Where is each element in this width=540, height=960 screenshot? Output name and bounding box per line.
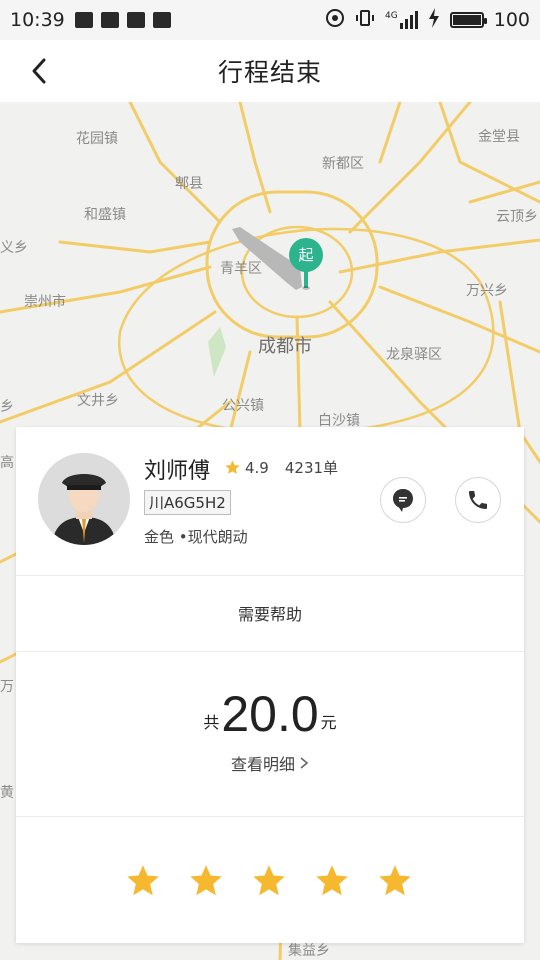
star-icon[interactable] [377,863,413,899]
rating-stars [16,863,524,903]
place-label: 花园镇 [76,131,118,147]
start-marker[interactable]: 起 [287,236,325,292]
place-label: 龙泉驿区 [386,347,442,363]
phone-icon [469,491,487,509]
star-icon [225,460,240,474]
place-label: 新都区 [322,156,364,172]
place-label: 崇州市 [24,294,66,310]
driver-rating: 4.9 4231单 [224,457,338,478]
help-button[interactable]: 需要帮助 [16,575,524,651]
status-time: 10:39 [10,9,65,31]
driver-name: 刘师傅 [144,459,211,484]
place-label: 云顶乡 [496,209,538,225]
place-label: 万兴乡 [466,283,508,299]
message-button[interactable] [380,477,426,523]
divider [16,816,524,817]
start-marker-label: 起 [298,246,314,264]
star-icon[interactable] [251,863,287,899]
place-label: 金堂县 [478,129,520,145]
place-label: 郫县 [175,176,203,192]
license-plate: 川A6G5H2 [144,490,231,515]
divider [16,651,524,652]
fare-detail-link[interactable]: 查看明细 [16,751,524,775]
place-label: 义乡 [0,240,28,256]
header: 行程结束 [0,40,540,102]
message-icon [74,12,93,28]
network-type: 4G [385,11,398,21]
image-icon [126,12,145,28]
status-bar: 10:39 4G 100 [0,0,540,40]
place-label: 集益乡 [288,943,330,959]
place-label: 黄 [0,785,14,801]
star-icon[interactable] [314,863,350,899]
rating-value: 4.9 [245,458,269,477]
battery-icon [449,12,487,28]
place-label-city: 成都市 [258,336,312,357]
app-notification-icon [100,12,119,28]
fare-detail-label: 查看明细 [230,755,295,774]
signal-icon: 4G [385,11,418,29]
place-label: 文井乡 [77,393,119,409]
notification-icons [74,12,171,28]
driver-avatar [38,453,130,545]
fare-unit: 元 [320,713,337,732]
order-count: 4231单 [284,459,339,477]
place-label: 公兴镇 [222,398,264,414]
battery-percent: 100 [493,9,530,31]
car-description: 金色 •现代朗动 [144,528,248,546]
place-label: 万 [0,679,14,695]
s-app-icon [152,12,171,28]
vibrate-icon [355,8,375,33]
driver-info: 刘师傅 4.9 4231单 川A6G5H2 金色 •现代朗动 [16,427,524,575]
place-label: 青羊区 [220,261,262,277]
place-label: 高 [0,455,14,471]
place-label: 和盛镇 [84,207,126,223]
trip-summary-card: 刘师傅 4.9 4231单 川A6G5H2 金色 •现代朗动 需要帮助 共 20… [16,427,524,943]
call-button[interactable] [455,477,501,523]
hotspot-icon [325,8,345,33]
fare-prefix: 共 [203,713,220,732]
star-icon[interactable] [188,863,224,899]
chevron-left-icon [32,58,46,84]
chevron-right-icon [300,757,309,769]
fare-total: 共 20.0 元 [16,689,524,739]
star-icon[interactable] [125,863,161,899]
chat-bubble-icon [393,489,413,512]
fare-amount: 20.0 [221,686,319,742]
back-button[interactable] [22,54,56,88]
charging-icon [428,7,440,33]
place-label: 乡 [0,399,14,415]
page-title: 行程结束 [217,58,322,87]
